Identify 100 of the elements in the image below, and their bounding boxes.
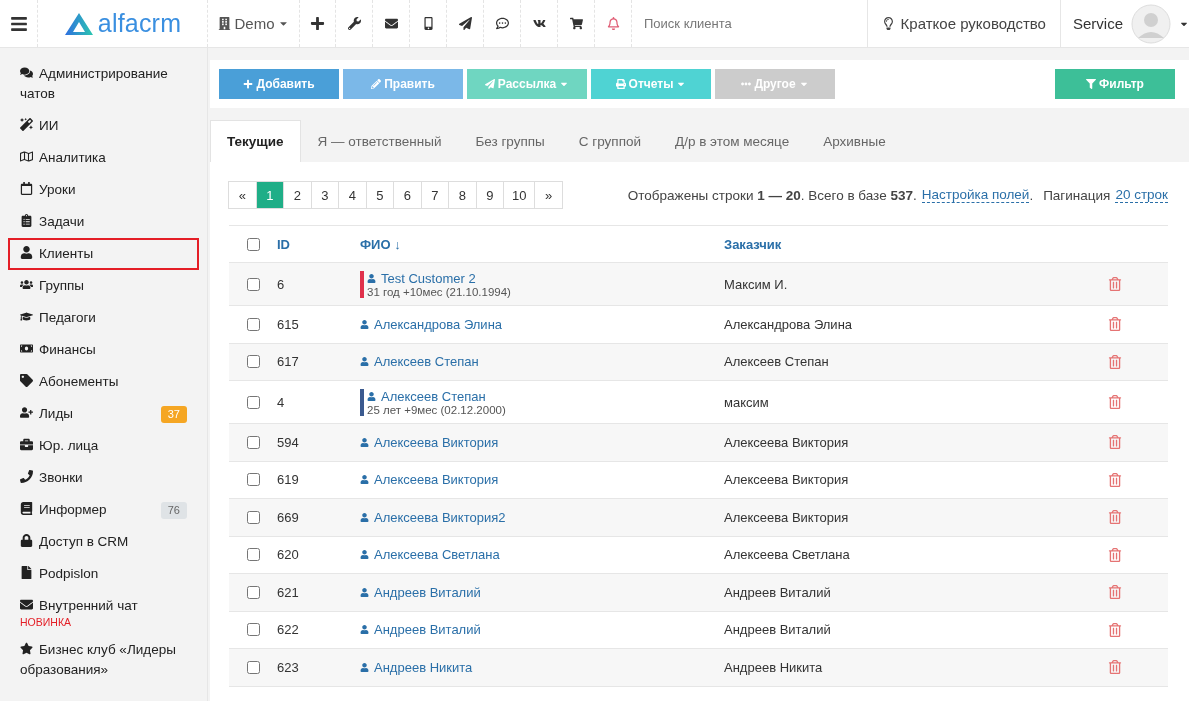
client-link[interactable]: Алексеева Виктория2 xyxy=(360,509,724,525)
sidebar-item[interactable]: Задачи xyxy=(8,206,199,238)
sidebar-item[interactable]: Информер 76 xyxy=(8,494,199,526)
building-icon xyxy=(218,17,232,30)
table-cell-text: Алексеева Виктория xyxy=(724,509,850,525)
wrench-icon[interactable] xyxy=(347,17,361,30)
column-header[interactable]: ID xyxy=(277,236,360,252)
client-link[interactable]: Алексеева Виктория xyxy=(360,472,724,488)
vk-icon[interactable] xyxy=(532,17,546,30)
checkbox[interactable] xyxy=(247,355,260,369)
column-header[interactable]: ФИО ↓ xyxy=(360,236,724,252)
plus-icon[interactable] xyxy=(310,16,325,31)
page-button[interactable]: » xyxy=(534,181,563,209)
table-cell-text: Максим И. xyxy=(724,276,789,292)
tab[interactable]: Д/р в этом месяце xyxy=(658,120,807,162)
rows-summary: Отображены строки 1 — 20. Всего в базе 537. xyxy=(627,187,917,203)
client-link[interactable]: Андреев Никита xyxy=(360,659,724,675)
tab[interactable]: С группой xyxy=(561,120,658,162)
sidebar-item[interactable]: Финансы xyxy=(8,334,199,366)
sidebar-item[interactable]: Внутренний чат НОВИНКА xyxy=(8,590,199,634)
tag-icon xyxy=(20,374,33,387)
client-link[interactable]: Андреев Виталий xyxy=(360,584,724,600)
checkbox[interactable] xyxy=(247,395,260,409)
table-cell-text: 622 xyxy=(277,622,300,638)
client-link[interactable]: Алексеева Светлана xyxy=(360,547,724,563)
checkbox[interactable] xyxy=(247,435,260,449)
graduation-cap-icon xyxy=(20,310,33,323)
user-name: Service xyxy=(1072,15,1123,32)
branch-dropdown[interactable]: Demo xyxy=(218,15,289,32)
checkbox[interactable] xyxy=(247,473,260,487)
tab[interactable]: Архивные xyxy=(806,120,903,162)
client-link[interactable]: Test Customer 2 xyxy=(367,270,724,286)
page-button[interactable]: 2 xyxy=(283,181,312,209)
table-cell-text: 4 xyxy=(277,394,286,410)
client-link[interactable]: Александрова Элина xyxy=(360,316,724,332)
logo: alfacrm xyxy=(63,9,182,38)
clipboard-icon xyxy=(20,214,33,227)
checkbox[interactable] xyxy=(247,548,260,562)
chat-bubble-icon[interactable] xyxy=(495,17,509,30)
sidebar-item[interactable]: Абонементы xyxy=(8,366,199,398)
phone-icon xyxy=(20,470,33,483)
page-button[interactable]: 8 xyxy=(448,181,477,209)
table-cell-text: 619 xyxy=(277,472,300,488)
checkbox[interactable] xyxy=(247,585,260,599)
sidebar-item[interactable]: Бизнес клуб «Лидеры образования» xyxy=(8,634,199,686)
guide-button[interactable]: Краткое руководство xyxy=(866,0,1060,47)
table-cell-text: 620 xyxy=(277,547,300,563)
table-cell-text: 594 xyxy=(277,434,300,450)
table-cell-text: 669 xyxy=(277,509,300,525)
tab[interactable]: Я — ответственный xyxy=(300,120,459,162)
sidebar-item[interactable]: Звонки xyxy=(8,462,199,494)
client-link[interactable]: Алексеев Степан xyxy=(367,388,724,404)
checkbox[interactable] xyxy=(247,660,260,674)
page-button[interactable]: 4 xyxy=(338,181,367,209)
sidebar-item[interactable]: Лиды 37 xyxy=(8,398,199,430)
page-button[interactable]: 6 xyxy=(393,181,422,209)
envelope-icon[interactable] xyxy=(384,17,398,30)
bell-icon[interactable] xyxy=(606,17,620,30)
chat-icon xyxy=(20,66,33,79)
sidebar-item[interactable]: Podpislon xyxy=(8,558,199,590)
paper-plane-icon[interactable] xyxy=(458,17,472,30)
sidebar-item[interactable]: Аналитика xyxy=(8,142,199,174)
users-icon xyxy=(20,278,33,291)
table-cell-text: максим xyxy=(724,394,770,410)
sidebar-item[interactable]: Уроки xyxy=(8,174,199,206)
page-button[interactable]: 10 xyxy=(503,181,536,209)
sidebar-item[interactable]: Клиенты xyxy=(8,238,199,270)
column-header[interactable]: Заказчик xyxy=(724,236,1108,252)
tab[interactable]: Без группы xyxy=(458,120,562,162)
checkbox[interactable] xyxy=(247,510,260,524)
checkbox[interactable] xyxy=(247,623,260,637)
user-icon xyxy=(360,437,369,447)
table-cell-text: Алексеев Степан xyxy=(724,354,830,370)
age-text: 25 лет +9мес (02.12.2000) xyxy=(367,403,507,416)
tab[interactable]: Текущие xyxy=(210,120,301,162)
star-icon xyxy=(20,642,33,655)
sidebar-item[interactable]: Юр. лица xyxy=(8,430,199,462)
checkbox[interactable] xyxy=(247,277,260,291)
menu-icon[interactable] xyxy=(9,14,28,33)
table-cell-text: 623 xyxy=(277,659,300,675)
checkbox[interactable] xyxy=(247,317,260,331)
page-button[interactable]: « xyxy=(228,181,257,209)
count-badge: 37 xyxy=(160,406,187,423)
user-icon xyxy=(360,625,369,635)
count-badge: 76 xyxy=(160,502,187,519)
sidebar-item[interactable]: Педагоги xyxy=(8,302,199,334)
sidebar-item[interactable]: ИИ xyxy=(8,110,199,142)
sidebar-item[interactable]: Доступ в CRM xyxy=(8,526,199,558)
client-link[interactable]: Алексеев Степан xyxy=(360,354,724,370)
client-link[interactable]: Алексеева Виктория xyxy=(360,434,724,450)
phone-icon[interactable] xyxy=(421,17,435,30)
money-icon xyxy=(20,342,33,355)
sidebar-item[interactable]: Администрирование чатов xyxy=(8,58,199,110)
sidebar-item[interactable]: Группы xyxy=(8,270,199,302)
rows-per-page-link[interactable]: 20 строк xyxy=(1115,187,1168,203)
client-link[interactable]: Андреев Виталий xyxy=(360,622,724,638)
user-icon xyxy=(360,587,369,597)
checkbox[interactable] xyxy=(247,237,260,251)
cart-icon[interactable] xyxy=(569,17,583,30)
new-label: НОВИНКА xyxy=(20,616,72,628)
